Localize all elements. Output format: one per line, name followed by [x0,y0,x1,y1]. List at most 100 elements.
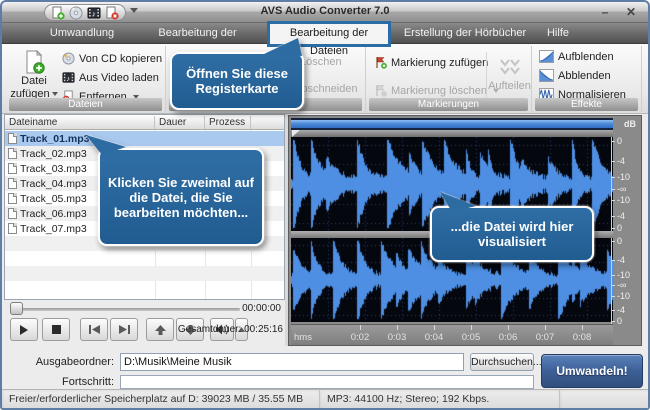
db-scale: dB 0 -4 -10 -∞ -10 -4 0 0 -4 -10 -∞ -10 … [611,118,639,343]
db-tick: -∞ [617,184,626,194]
db-scale-right-channel: 0 -4 -10 -∞ -10 -4 0 [611,238,639,324]
add-marker-button[interactable]: Markierung zufügen [374,56,488,69]
db-tick: -4 [617,305,625,315]
marker-flag-icon [374,56,387,69]
from-video-label: Aus Video laden [79,72,159,84]
callout-text: Klicken Sie zweimal auf die Datei, die S… [98,148,264,246]
file-list-header: Dateiname Dauer Prozess [5,115,284,130]
db-tick: 0 [617,316,622,326]
remove-file-icon[interactable] [105,6,119,20]
video-icon[interactable]: ♪ [87,6,101,20]
file-icon [8,133,17,144]
browse-button[interactable]: Durchsuchen... [470,353,534,371]
delete-marker-label: Markierung löschen [391,85,487,97]
group-label-dateien: Dateien [9,98,162,111]
group-label-effekte: Effekte [535,98,638,111]
db-scale-left-channel: 0 -4 -10 -∞ -10 -4 0 [611,137,639,231]
next-button[interactable] [110,318,138,341]
app-window: AVS Audio Converter 7.0 – ✕ ♪ Umwandlung… [0,0,650,410]
fade-out-label: Abblenden [558,70,611,82]
timeline-tick [397,325,398,330]
fade-in-icon [539,50,554,63]
video-icon: ♪ [62,71,75,84]
db-tick: 0 [617,136,622,146]
previous-button[interactable] [80,318,108,341]
progress-label: Fortschritt: [12,376,114,388]
title-bar: AVS Audio Converter 7.0 – ✕ ♪ [2,2,648,23]
minimize-button[interactable]: – [594,3,616,21]
svg-text:♪: ♪ [92,9,96,18]
file-row-track-01[interactable]: Track_01.mp3 [5,131,284,146]
stop-button[interactable] [42,318,70,341]
fade-out-button[interactable]: Abblenden [539,69,611,82]
from-cd-button[interactable]: Von CD kopieren [62,52,162,65]
convert-button[interactable]: Umwandeln! [541,354,643,388]
status-disk-space: Freier/erforderlicher Speicherplatz auf … [2,390,320,408]
column-header-dateiname[interactable]: Dateiname [5,116,155,129]
callout-doubleclick-file: Klicken Sie zweimal auf die Datei, die S… [98,148,264,246]
db-tick: -10 [617,172,630,182]
previous-icon [89,325,100,334]
file-name: Track_06.mp3 [20,208,87,220]
file-name: Track_02.mp3 [20,148,87,160]
timeline-label: 0:08 [573,332,592,343]
seek-slider-knob[interactable] [10,302,23,315]
arrow-up-icon [155,325,166,335]
group-label-markierungen: Markierungen [369,98,528,111]
file-icon [8,163,17,174]
callout-tail [440,192,476,212]
timeline-label: 0:03 [388,332,407,343]
db-tick: 0 [617,223,622,233]
file-icon [8,223,17,234]
add-file-button[interactable]: Datei zufügen [12,50,56,100]
delete-marker-button[interactable]: Markierung löschen [374,84,499,97]
seek-row: 00:00:00 [4,302,285,315]
file-name: Track_03.mp3 [20,163,87,175]
output-folder-input[interactable] [120,353,464,371]
split-button[interactable]: Aufteilen [486,52,528,98]
db-tick: -10 [617,291,630,301]
cd-icon [62,52,75,65]
seek-slider-track[interactable] [12,308,240,311]
close-button[interactable]: ✕ [620,3,642,21]
file-name: Track_07.mp3 [20,223,87,235]
tab-hoerbuecher[interactable]: Erstellung der Hörbücher [400,23,530,44]
fade-in-label: Aufblenden [558,51,614,63]
move-up-button[interactable] [146,318,174,341]
from-video-button[interactable]: ♪ Aus Video laden [62,71,159,84]
waveform-marker-strip[interactable] [291,130,613,137]
timeline-tick [434,325,435,330]
column-header-prozess[interactable]: Prozess [205,116,251,129]
column-header-dauer[interactable]: Dauer [155,116,205,129]
callout-visualized-here: ...die Datei wird hier visualisiert [430,206,594,262]
tab-namen-tags[interactable]: Bearbeitung der Namen/Tags [130,23,265,44]
timeline-label: 0:07 [536,332,555,343]
split-icon [499,58,521,76]
cd-icon[interactable] [69,6,83,20]
db-tick: -∞ [617,280,626,290]
waveform-zoom-bar[interactable] [291,118,613,130]
transport-controls: Gesamtdauer: 00:25:16 [4,317,285,345]
quickbar-dropdown-icon[interactable] [130,8,138,13]
total-duration: Gesamtdauer: 00:25:16 [178,324,283,335]
status-bar: Freier/erforderlicher Speicherplatz auf … [2,389,648,408]
status-empty-section [560,390,648,408]
progress-bar [120,375,534,389]
file-icon [8,148,17,159]
tab-umwandlung[interactable]: Umwandlung [42,23,122,44]
callout-tail [86,135,126,155]
file-icon [8,193,17,204]
file-name: Track_01.mp3 [20,133,89,145]
add-file-icon[interactable] [51,6,65,20]
db-unit-label: dB [624,119,636,129]
timeline-tick [360,325,361,330]
tab-hilfe[interactable]: Hilfe [538,23,578,44]
db-tick: -10 [617,270,630,280]
next-icon [119,325,130,334]
waveform-timeline: hms 0:02 0:03 0:04 0:05 0:06 0:07 0:08 [291,324,613,345]
fade-in-button[interactable]: Aufblenden [539,50,614,63]
db-tick: -4 [617,255,625,265]
add-file-icon [22,50,46,74]
play-button[interactable] [10,318,38,341]
marker-flag-icon [374,84,387,97]
